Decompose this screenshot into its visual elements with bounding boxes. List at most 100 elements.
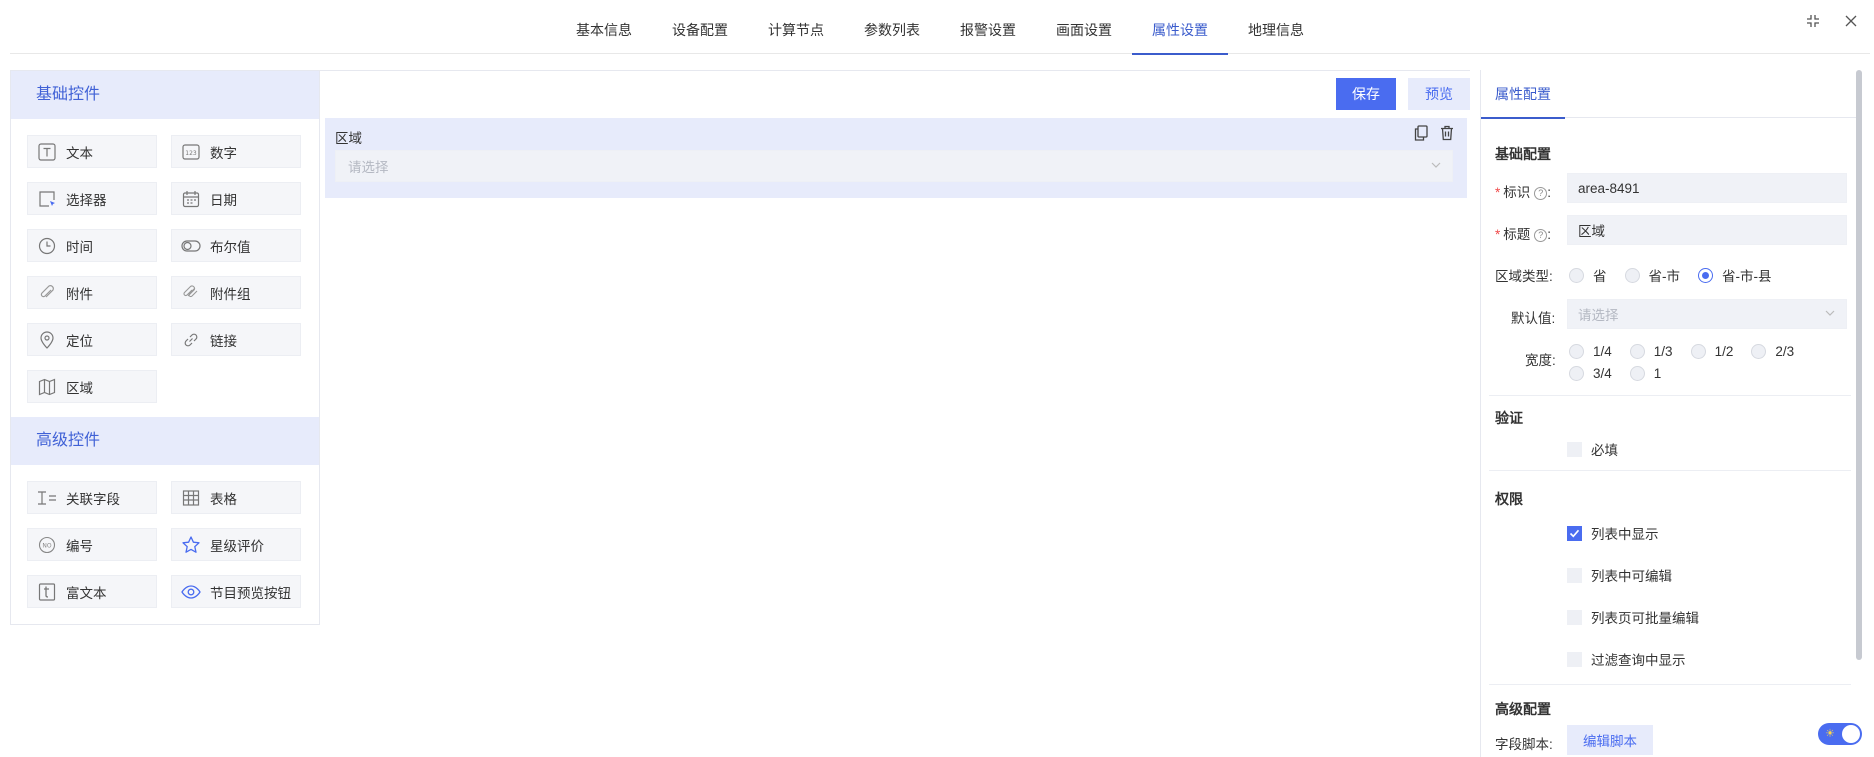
width-group-row2: 3/4 1 <box>1569 366 1679 381</box>
text-icon <box>36 141 58 163</box>
widget-label: 表格 <box>210 491 237 507</box>
number-icon: 123 <box>180 141 202 163</box>
widget-label: 选择器 <box>66 192 107 208</box>
chevron-down-icon <box>1430 159 1442 174</box>
help-icon[interactable]: ? <box>1534 187 1548 200</box>
checkbox-editable-in-list[interactable]: 列表中可编辑 <box>1567 565 1672 585</box>
radio-width-2-3[interactable]: 2/3 <box>1751 344 1794 359</box>
region-field-item[interactable]: 区域 请选择 <box>325 118 1467 198</box>
radio-width-3-4[interactable]: 3/4 <box>1569 366 1612 381</box>
tab-strip: 基本信息 设备配置 计算节点 参数列表 报警设置 画面设置 属性设置 地理信息 <box>10 0 1870 55</box>
property-tabbar: 属性配置 <box>1481 70 1860 119</box>
region-type-label: 区域类型: <box>1495 269 1553 284</box>
tab-screen-settings[interactable]: 画面设置 <box>1036 0 1132 54</box>
title-input[interactable] <box>1567 215 1847 245</box>
trash-icon[interactable] <box>1439 124 1455 142</box>
copy-icon[interactable] <box>1413 124 1429 142</box>
location-pin-icon <box>36 329 58 351</box>
preview-button[interactable]: 预览 <box>1408 78 1470 110</box>
close-icon[interactable] <box>1840 10 1862 32</box>
widget-number[interactable]: 123 数字 <box>171 135 301 168</box>
id-input[interactable] <box>1567 173 1847 203</box>
select-placeholder: 请选择 <box>348 160 389 175</box>
widget-label: 附件组 <box>210 286 251 302</box>
basic-widgets-title: 基础控件 <box>11 71 319 119</box>
widget-location[interactable]: 定位 <box>27 323 157 356</box>
checkbox-required[interactable]: 必填 <box>1567 439 1618 459</box>
widget-panel: 基础控件 文本 123 数字 选择器 日期 时间 布尔值 附件 附件组 定位 链… <box>10 70 320 625</box>
tab-property-settings[interactable]: 属性设置 <box>1132 0 1228 55</box>
permission-title: 权限 <box>1495 491 1523 507</box>
tab-basic-info[interactable]: 基本信息 <box>556 0 652 54</box>
radio-province[interactable]: 省 <box>1569 265 1607 285</box>
width-label: 宽度: <box>1525 353 1556 368</box>
widget-label: 区域 <box>66 380 93 396</box>
widget-label: 时间 <box>66 239 93 255</box>
widget-label: 数字 <box>210 145 237 161</box>
toggle-knob <box>1842 725 1860 743</box>
property-panel: 属性配置 基础配置 *标识?: *标题?: 区域类型: 省 省-市 省-市-县 … <box>1480 70 1860 757</box>
basic-widgets-grid: 文本 123 数字 选择器 日期 时间 布尔值 附件 附件组 定位 链接 区域 <box>11 119 319 417</box>
tab-property-config[interactable]: 属性配置 <box>1481 70 1565 119</box>
widget-star-rating[interactable]: 星级评价 <box>171 528 301 561</box>
checkbox-box <box>1567 651 1582 667</box>
edit-script-button[interactable]: 编辑脚本 <box>1567 725 1653 755</box>
widget-attachment[interactable]: 附件 <box>27 276 157 309</box>
widget-date[interactable]: 日期 <box>171 182 301 215</box>
widget-label: 日期 <box>210 192 237 208</box>
shrink-icon[interactable] <box>1802 10 1824 32</box>
radio-width-1[interactable]: 1 <box>1629 366 1661 381</box>
widget-preview-button[interactable]: 节目预览按钮 <box>171 575 301 608</box>
checkbox-batch-edit[interactable]: 列表页可批量编辑 <box>1567 607 1699 627</box>
checkbox-show-in-list[interactable]: 列表中显示 <box>1567 523 1659 543</box>
widget-selector[interactable]: 选择器 <box>27 182 157 215</box>
radio-province-city-county[interactable]: 省-市-县 <box>1698 265 1772 285</box>
theme-toggle[interactable]: ☀ <box>1818 723 1862 745</box>
radio-width-1-3[interactable]: 1/3 <box>1629 344 1673 359</box>
widget-serial-number[interactable]: NO 编号 <box>27 528 157 561</box>
widget-label: 附件 <box>66 286 93 302</box>
toggle-icon <box>180 235 202 257</box>
widget-boolean[interactable]: 布尔值 <box>171 229 301 262</box>
radio-province-city[interactable]: 省-市 <box>1624 265 1680 285</box>
width-group-row1: 1/4 1/3 1/2 2/3 <box>1569 344 1812 359</box>
widget-label: 编号 <box>66 538 93 554</box>
radio-width-1-4[interactable]: 1/4 <box>1569 344 1612 359</box>
widget-related-field[interactable]: 关联字段 <box>27 481 157 514</box>
checkbox-show-in-filter[interactable]: 过滤查询中显示 <box>1567 649 1686 669</box>
region-select[interactable]: 请选择 <box>335 150 1453 182</box>
radio-dot <box>1569 366 1584 381</box>
tab-compute-node[interactable]: 计算节点 <box>748 0 844 54</box>
radio-dot <box>1624 267 1640 283</box>
eye-icon <box>180 581 202 603</box>
selector-icon <box>36 188 58 210</box>
widget-attachment-group[interactable]: 附件组 <box>171 276 301 309</box>
radio-dot <box>1751 344 1767 359</box>
related-field-icon <box>36 487 58 509</box>
radio-dot <box>1629 344 1645 359</box>
advanced-widgets-grid: 关联字段 表格 NO 编号 星级评价 富文本 节目预览按钮 <box>11 465 319 622</box>
svg-text:NO: NO <box>42 542 51 549</box>
widget-link[interactable]: 链接 <box>171 323 301 356</box>
chevron-down-icon <box>1824 307 1836 322</box>
form-canvas: 保存 预览 区域 请选择 <box>320 70 1470 750</box>
widget-rich-text[interactable]: 富文本 <box>27 575 157 608</box>
save-button[interactable]: 保存 <box>1336 78 1396 110</box>
widget-table[interactable]: 表格 <box>171 481 301 514</box>
title-label: * 标题?: <box>1495 227 1552 242</box>
default-value-select[interactable]: 请选择 <box>1567 299 1847 329</box>
widget-region[interactable]: 区域 <box>27 370 157 403</box>
widget-time[interactable]: 时间 <box>27 229 157 262</box>
widget-text[interactable]: 文本 <box>27 135 157 168</box>
tab-device-config[interactable]: 设备配置 <box>652 0 748 54</box>
tab-geo-info[interactable]: 地理信息 <box>1228 0 1324 54</box>
widget-label: 文本 <box>66 145 93 161</box>
help-icon[interactable]: ? <box>1534 229 1548 242</box>
scrollbar[interactable] <box>1856 70 1862 660</box>
radio-dot <box>1629 366 1645 381</box>
tab-param-list[interactable]: 参数列表 <box>844 0 940 54</box>
radio-width-1-2[interactable]: 1/2 <box>1690 344 1733 359</box>
tab-alarm-settings[interactable]: 报警设置 <box>940 0 1036 54</box>
checkbox-box <box>1567 567 1582 583</box>
checkbox-box <box>1567 441 1582 457</box>
